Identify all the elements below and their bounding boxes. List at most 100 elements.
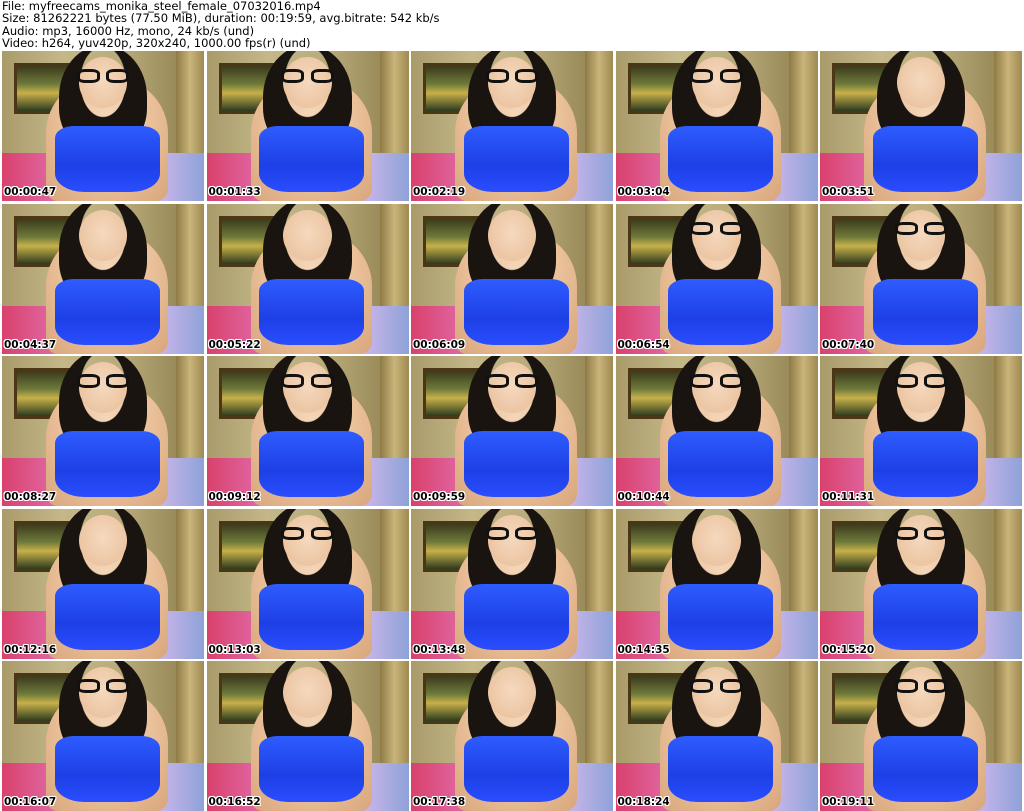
blue-top (463, 736, 569, 802)
face (283, 667, 332, 718)
timestamp-label: 00:19:11 (822, 796, 875, 808)
video-thumbnail[interactable]: 00:09:12 (206, 356, 409, 506)
face (78, 667, 128, 718)
glasses-icon (76, 374, 130, 388)
blue-top (54, 583, 160, 650)
glasses-icon (894, 374, 948, 388)
face (896, 209, 946, 261)
video-thumbnail[interactable]: 00:10:44 (615, 356, 818, 506)
glasses-icon (894, 526, 948, 540)
blue-top (259, 431, 365, 497)
face (283, 209, 332, 261)
timestamp-label: 00:14:35 (617, 643, 670, 656)
timestamp-label: 00:16:52 (208, 796, 261, 808)
video-thumbnail[interactable]: 00:06:09 (411, 203, 613, 354)
face (896, 362, 946, 413)
blue-top (668, 431, 774, 497)
timestamp-label: 00:09:59 (413, 491, 466, 503)
video-thumbnail[interactable]: 00:03:51 (820, 51, 1022, 201)
timestamp-label: 00:16:07 (4, 796, 57, 808)
face (692, 209, 741, 261)
timestamp-label: 00:09:12 (208, 491, 261, 503)
face (78, 57, 128, 108)
face (896, 514, 946, 566)
glasses-icon (894, 679, 948, 693)
video-thumbnail[interactable]: 00:02:19 (411, 51, 613, 201)
video-thumbnail[interactable]: 00:08:27 (2, 356, 204, 506)
video-thumbnail[interactable]: 00:16:52 (206, 661, 409, 811)
blue-top (259, 278, 365, 345)
face (78, 362, 128, 413)
video-thumbnail[interactable]: 00:11:31 (820, 356, 1022, 506)
timestamp-label: 00:06:09 (413, 338, 466, 351)
face (78, 514, 128, 566)
glasses-icon (281, 69, 334, 83)
face (896, 667, 946, 718)
blue-top (463, 431, 569, 497)
blue-top (872, 431, 978, 497)
face (692, 667, 741, 718)
blue-top (259, 126, 365, 192)
video-thumbnail[interactable]: 00:14:35 (615, 508, 818, 659)
timestamp-label: 00:03:51 (822, 186, 875, 198)
video-thumbnail[interactable]: 00:06:54 (615, 203, 818, 354)
video-thumbnail[interactable]: 00:17:38 (411, 661, 613, 811)
video-thumbnail[interactable]: 00:04:37 (2, 203, 204, 354)
blue-top (668, 278, 774, 345)
blue-top (872, 126, 978, 192)
video-thumbnail[interactable]: 00:15:20 (820, 508, 1022, 659)
timestamp-label: 00:11:31 (822, 491, 875, 503)
glasses-icon (894, 221, 948, 235)
video-thumbnail[interactable]: 00:13:48 (411, 508, 613, 659)
video-thumbnail[interactable]: 00:00:47 (2, 51, 204, 201)
glasses-icon (690, 69, 743, 83)
video-thumbnail[interactable]: 00:01:33 (206, 51, 409, 201)
glasses-icon (485, 526, 539, 540)
file-info-header: File: myfreecams_monika_steel_female_070… (2, 0, 1022, 50)
timestamp-label: 00:17:38 (413, 796, 466, 808)
blue-top (463, 278, 569, 345)
blue-top (872, 278, 978, 345)
video-thumbnail[interactable]: 00:03:04 (615, 51, 818, 201)
glasses-icon (76, 69, 130, 83)
timestamp-label: 00:13:03 (208, 643, 261, 656)
blue-top (872, 736, 978, 802)
face (283, 362, 332, 413)
face (896, 57, 946, 108)
face (487, 57, 537, 108)
timestamp-label: 00:00:47 (4, 186, 57, 198)
face (283, 57, 332, 108)
video-thumbnail[interactable]: 00:13:03 (206, 508, 409, 659)
video-thumbnail[interactable]: 00:16:07 (2, 661, 204, 811)
blue-top (259, 583, 365, 650)
timestamp-label: 00:06:54 (617, 338, 670, 351)
face (692, 514, 741, 566)
video-info-line: Video: h264, yuv420p, 320x240, 1000.00 f… (2, 36, 311, 51)
timestamp-label: 00:15:20 (822, 643, 875, 656)
blue-top (668, 583, 774, 650)
blue-top (259, 736, 365, 802)
timestamp-label: 00:08:27 (4, 491, 57, 503)
face (487, 667, 537, 718)
blue-top (54, 431, 160, 497)
timestamp-label: 00:13:48 (413, 643, 466, 656)
video-thumbnail[interactable]: 00:18:24 (615, 661, 818, 811)
glasses-icon (281, 374, 334, 388)
video-thumbnail[interactable]: 00:05:22 (206, 203, 409, 354)
blue-top (668, 126, 774, 192)
blue-top (54, 736, 160, 802)
glasses-icon (690, 679, 743, 693)
face (487, 209, 537, 261)
blue-top (463, 583, 569, 650)
timestamp-label: 00:05:22 (208, 338, 261, 351)
glasses-icon (690, 221, 743, 235)
video-thumbnail[interactable]: 00:12:16 (2, 508, 204, 659)
file-size-line: Size: 81262221 bytes (77.50 MiB), durati… (2, 11, 440, 26)
video-thumbnail[interactable]: 00:07:40 (820, 203, 1022, 354)
video-thumbnail[interactable]: 00:19:11 (820, 661, 1022, 811)
timestamp-label: 00:18:24 (617, 796, 670, 808)
video-thumbnail[interactable]: 00:09:59 (411, 356, 613, 506)
thumbnail-grid: 00:00:47 00:01:33 00:02:19 00:03:04 00:03:51… (2, 51, 1022, 811)
blue-top (668, 736, 774, 802)
glasses-icon (281, 526, 334, 540)
